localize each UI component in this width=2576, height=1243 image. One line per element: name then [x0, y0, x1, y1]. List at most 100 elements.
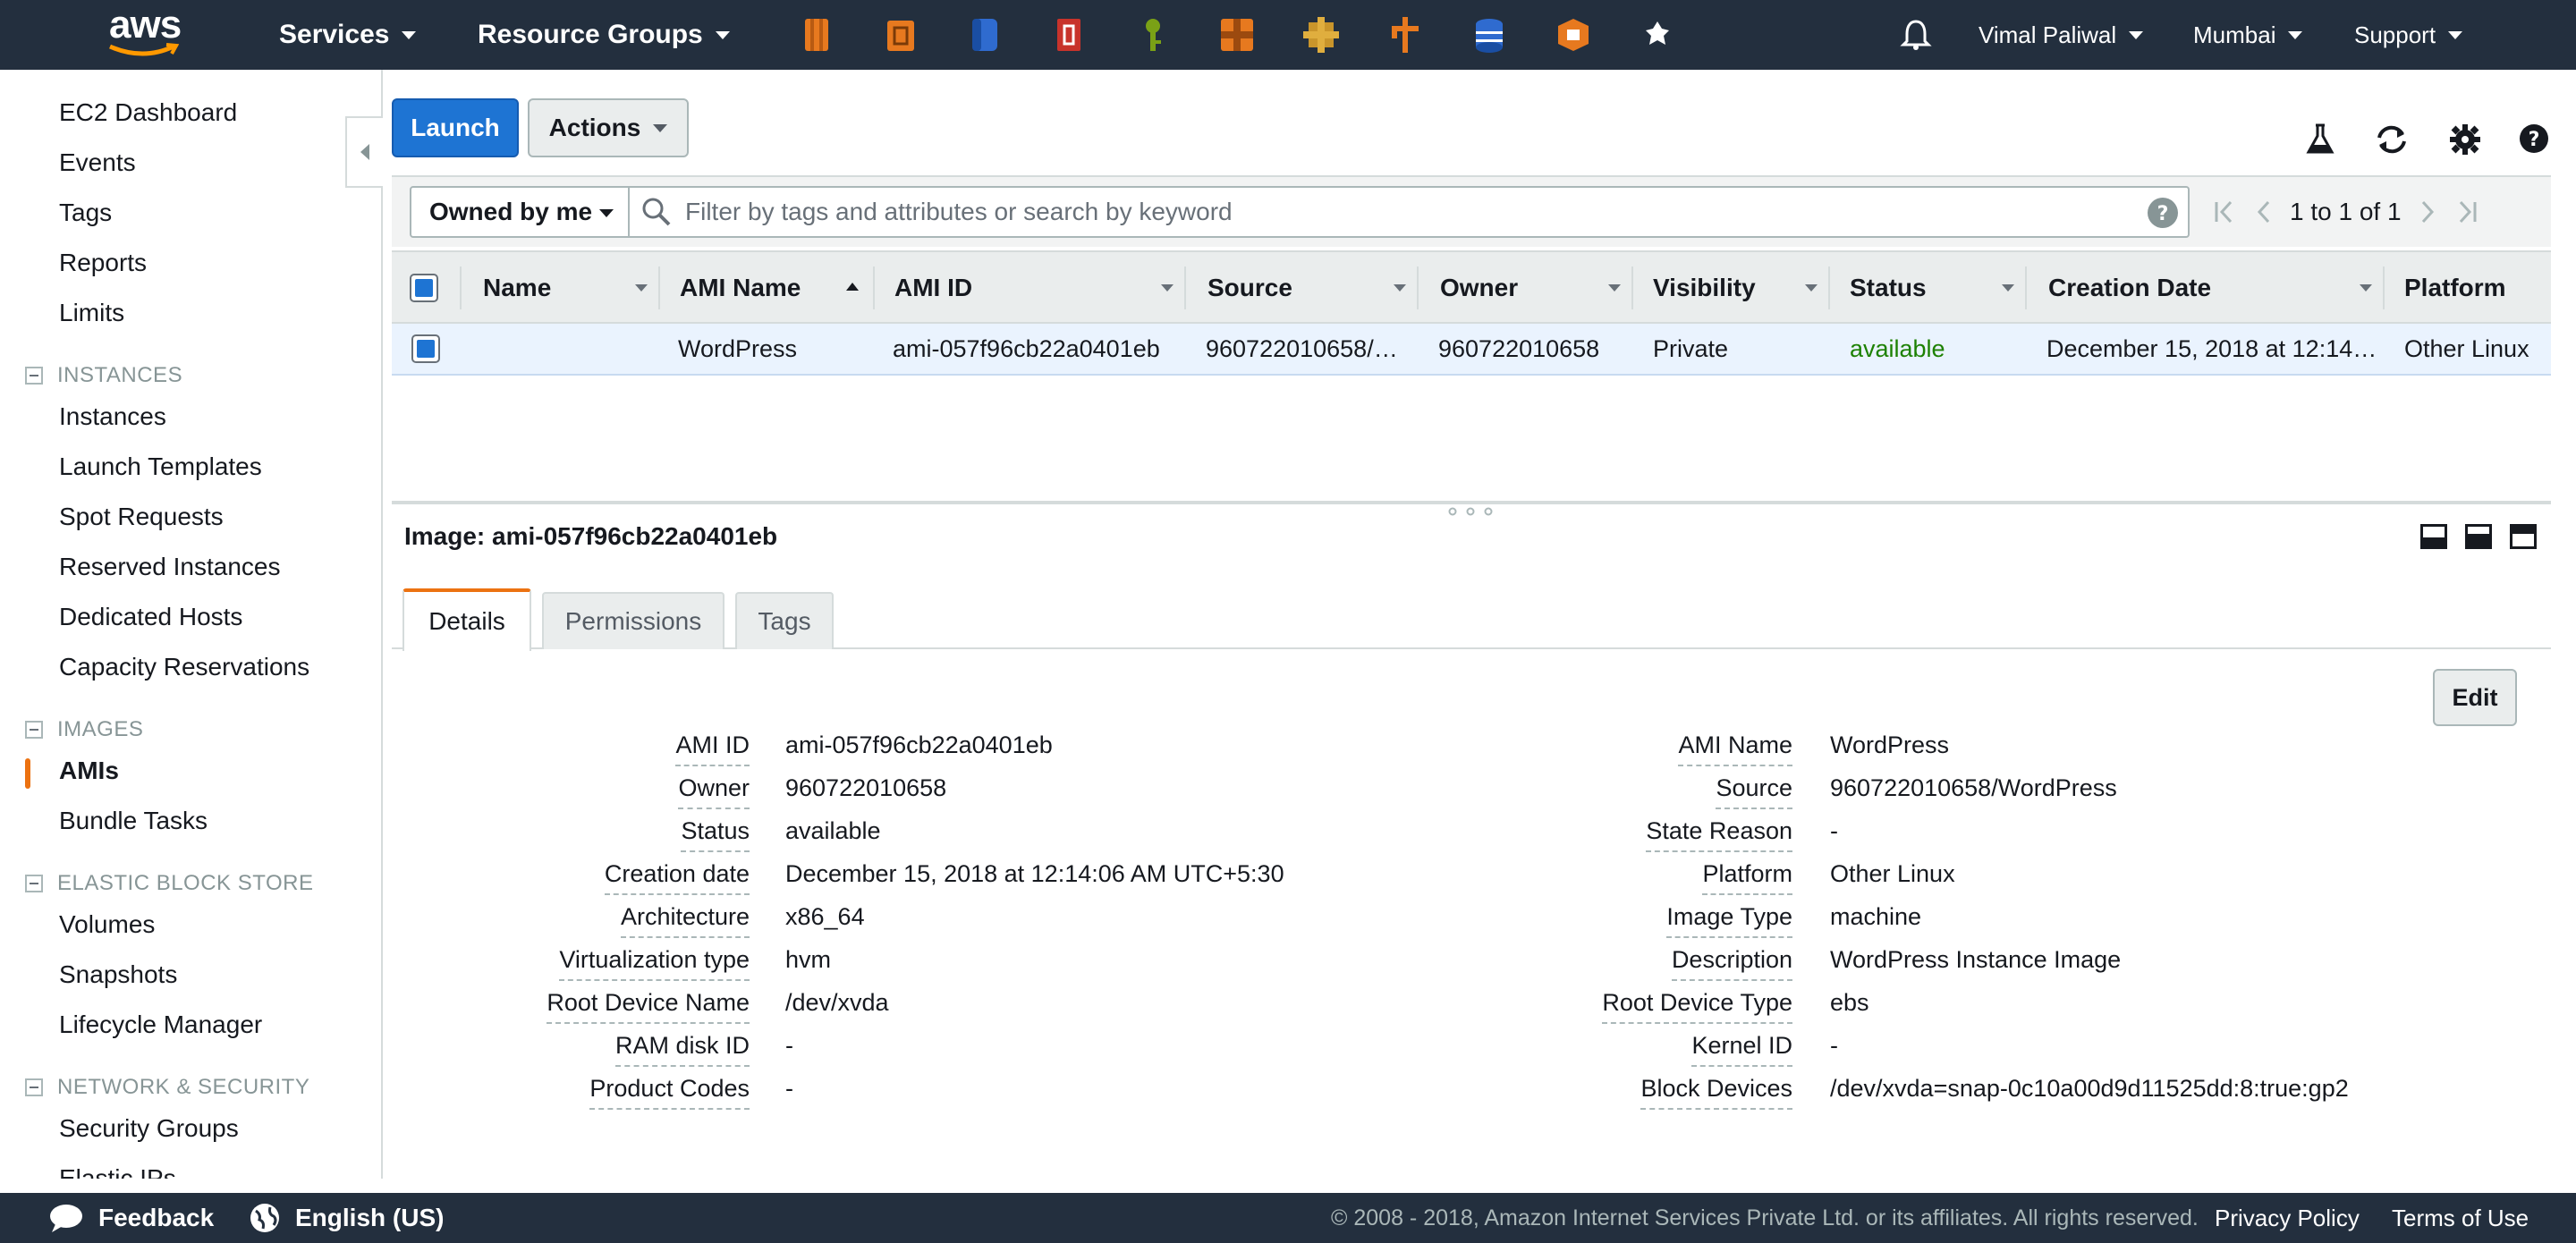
row-checkbox[interactable] — [411, 334, 440, 363]
panel-maximize-icon[interactable] — [2510, 524, 2537, 549]
column-header-name[interactable]: Name — [483, 252, 551, 324]
detail-value-kernel-id: - — [1830, 1032, 1838, 1059]
ec2-icon[interactable] — [798, 16, 835, 54]
detail-value-block-devices: /dev/xvda=snap-0c10a00d9d11525dd:8:true:… — [1830, 1075, 2349, 1102]
first-page-icon[interactable] — [2213, 199, 2236, 225]
sidebar-item-reserved-instances[interactable]: Reserved Instances — [59, 553, 280, 581]
column-header-status[interactable]: Status — [1850, 252, 1927, 324]
search-help-icon[interactable]: ? — [2147, 197, 2179, 229]
next-page-icon[interactable] — [2419, 199, 2437, 225]
sidebar-item-volumes[interactable]: Volumes — [59, 910, 155, 939]
api-gateway-icon[interactable] — [1218, 16, 1256, 54]
sidebar-item-tags[interactable]: Tags — [59, 199, 112, 227]
panel-splitter[interactable] — [392, 501, 2551, 504]
chevron-left-icon — [360, 144, 369, 160]
lambda-icon[interactable] — [1386, 16, 1424, 54]
detail-label-product-codes: Product Codes — [589, 1075, 750, 1110]
s3-icon[interactable] — [966, 16, 1004, 54]
sidebar-item-security-groups[interactable]: Security Groups — [59, 1114, 239, 1143]
tab-permissions[interactable]: Permissions — [542, 592, 724, 649]
actions-button[interactable]: Actions — [528, 98, 689, 157]
sidebar-collapse-toggle[interactable] — [345, 116, 383, 188]
sidebar-item-snapshots[interactable]: Snapshots — [59, 960, 177, 989]
privacy-policy-link[interactable]: Privacy Policy — [2215, 1193, 2360, 1243]
cell-visibility: Private — [1653, 334, 1729, 362]
section-title: ELASTIC BLOCK STORE — [57, 871, 314, 895]
sort-caret-icon — [1161, 284, 1174, 292]
search-input[interactable] — [685, 198, 2116, 226]
select-all-checkbox[interactable] — [410, 274, 438, 302]
owned-by-select[interactable]: Owned by me — [410, 186, 630, 238]
prev-page-icon[interactable] — [2254, 199, 2272, 225]
section-network-security[interactable]: NETWORK & SECURITY — [25, 1075, 309, 1100]
terms-of-use-link[interactable]: Terms of Use — [2392, 1193, 2529, 1243]
column-header-source[interactable]: Source — [1208, 252, 1292, 324]
feedback-link[interactable]: Feedback — [48, 1193, 214, 1243]
drag-handle-icon[interactable] — [1444, 506, 1497, 517]
detail-label-owner: Owner — [678, 774, 750, 809]
sidebar-item-instances[interactable]: Instances — [59, 402, 166, 431]
column-divider — [873, 266, 875, 309]
sidebar-item-ec2-dashboard[interactable]: EC2 Dashboard — [59, 98, 237, 127]
settings-gear-icon[interactable] — [2449, 123, 2481, 156]
sidebar-item-dedicated-hosts[interactable]: Dedicated Hosts — [59, 603, 242, 631]
sidebar-item-amis[interactable]: AMIs — [59, 757, 119, 785]
section-instances[interactable]: INSTANCES — [25, 363, 182, 388]
detail-label-architecture: Architecture — [620, 903, 750, 938]
language-selector[interactable]: English (US) — [249, 1193, 444, 1243]
column-header-platform[interactable]: Platform — [2404, 252, 2506, 324]
column-header-creation-date[interactable]: Creation Date — [2048, 252, 2211, 324]
sidebar-item-spot-requests[interactable]: Spot Requests — [59, 503, 224, 531]
resource-groups-menu[interactable]: Resource Groups — [478, 0, 730, 70]
sort-caret-icon — [1805, 284, 1818, 292]
launch-button[interactable]: Launch — [392, 98, 519, 157]
column-header-owner[interactable]: Owner — [1440, 252, 1518, 324]
sidebar-item-elastic-ips[interactable]: Elastic IPs — [59, 1164, 176, 1179]
dynamodb-icon[interactable] — [1470, 16, 1508, 54]
detail-value-virtualization-type: hvm — [785, 946, 832, 973]
ecs-icon[interactable] — [882, 16, 919, 54]
sidebar-item-limits[interactable]: Limits — [59, 299, 124, 327]
sidebar-item-bundle-tasks[interactable]: Bundle Tasks — [59, 807, 208, 835]
detail-label-creation-date: Creation date — [604, 860, 750, 895]
column-header-ami-name[interactable]: AMI Name — [680, 252, 801, 324]
pagination: 1 to 1 of 1 — [2213, 186, 2479, 238]
cloudwatch-icon[interactable] — [1302, 16, 1340, 54]
table-row[interactable]: WordPress ami-057f96cb22a0401eb 96072201… — [392, 324, 2551, 376]
user-menu[interactable]: Vimal Paliwal — [1979, 0, 2144, 70]
lab-icon[interactable] — [2306, 123, 2334, 156]
refresh-icon[interactable] — [2374, 123, 2410, 156]
section-elastic-block-store[interactable]: ELASTIC BLOCK STORE — [25, 871, 313, 896]
detail-value-product-codes: - — [785, 1075, 793, 1102]
collapse-icon — [25, 721, 43, 739]
tab-tags[interactable]: Tags — [735, 592, 834, 649]
panel-half-icon[interactable] — [2465, 524, 2492, 549]
tab-details[interactable]: Details — [402, 588, 531, 651]
last-page-icon[interactable] — [2455, 199, 2479, 225]
detail-value-platform: Other Linux — [1830, 860, 1955, 887]
column-header-ami-id[interactable]: AMI ID — [894, 252, 972, 324]
region-menu[interactable]: Mumbai — [2193, 0, 2303, 70]
detail-value-status: available — [785, 817, 881, 844]
sidebar-item-capacity-reservations[interactable]: Capacity Reservations — [59, 653, 309, 681]
feedback-label: Feedback — [98, 1204, 215, 1231]
cloudformation-icon[interactable] — [1555, 16, 1592, 54]
iam-icon[interactable] — [1134, 16, 1172, 54]
aws-logo[interactable]: aws — [106, 5, 182, 61]
detail-label-description: Description — [1671, 946, 1792, 981]
help-icon[interactable]: ? — [2519, 123, 2549, 154]
sidebar-item-events[interactable]: Events — [59, 148, 136, 177]
services-menu[interactable]: Services — [279, 0, 417, 70]
sidebar-item-launch-templates[interactable]: Launch Templates — [59, 452, 262, 481]
sidebar-item-reports[interactable]: Reports — [59, 249, 147, 277]
panel-minimize-icon[interactable] — [2420, 524, 2447, 549]
section-images[interactable]: IMAGES — [25, 717, 143, 742]
notifications-bell[interactable] — [1900, 0, 1932, 70]
support-menu[interactable]: Support — [2354, 0, 2463, 70]
pin-icon[interactable] — [1639, 16, 1676, 54]
sidebar-item-lifecycle-manager[interactable]: Lifecycle Manager — [59, 1010, 262, 1039]
codedeploy-icon[interactable] — [1050, 16, 1088, 54]
column-header-visibility[interactable]: Visibility — [1653, 252, 1756, 324]
column-divider — [1828, 266, 1830, 309]
edit-button[interactable]: Edit — [2433, 669, 2517, 726]
